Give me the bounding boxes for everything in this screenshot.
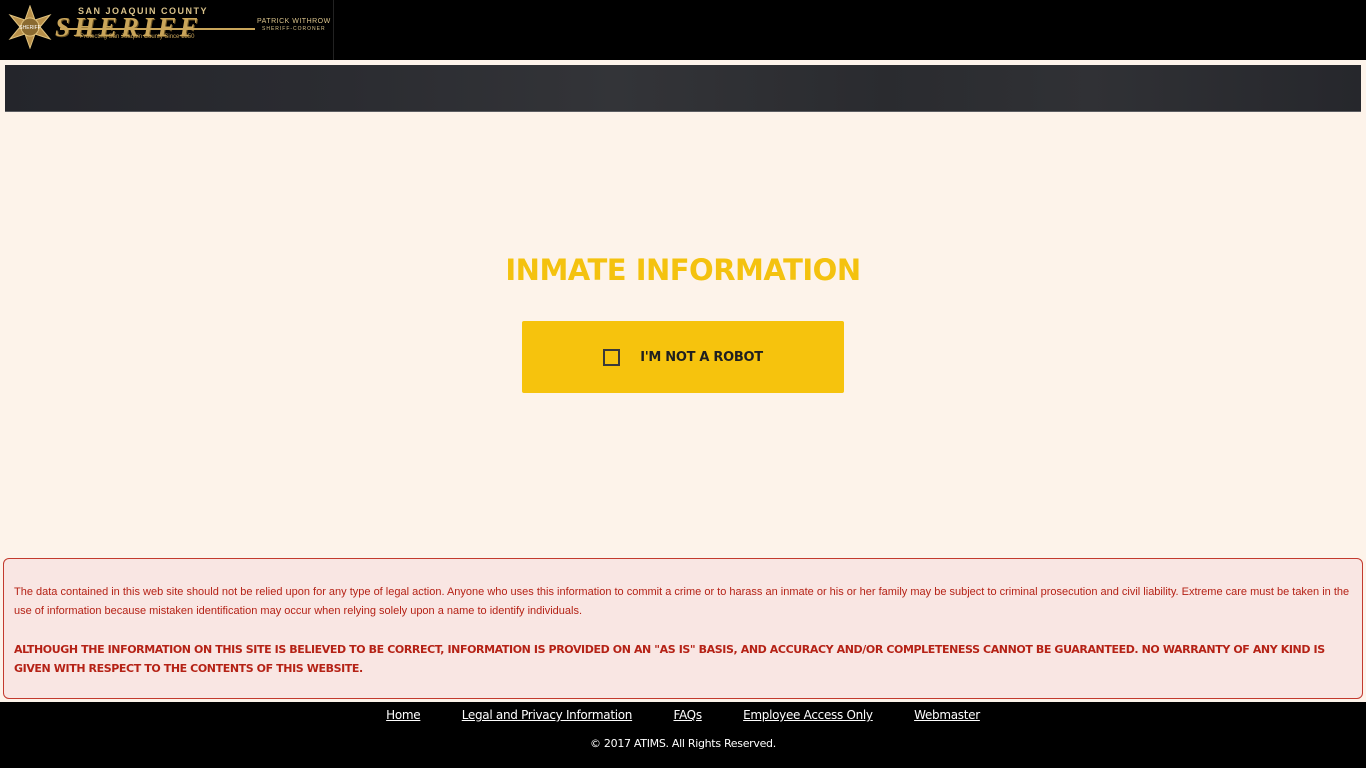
footer-link-legal-privacy[interactable]: Legal and Privacy Information [462,708,633,722]
disclaimer-warning: ALTHOUGH THE INFORMATION ON THIS SITE IS… [14,643,1325,675]
logo-stripe [60,28,255,30]
footer-link-employee-access[interactable]: Employee Access Only [743,708,873,722]
top-header: SHERIFF SAN JOAQUIN COUNTY SHERIFF Prote… [0,0,1366,60]
logo-sheriff-name: PATRICK WITHROW [257,18,331,25]
footer: Home Legal and Privacy Information FAQs … [0,702,1366,768]
badge-text: SHERIFF [19,25,40,31]
copyright-text: © 2017 ATIMS. All Rights Reserved. [590,737,776,750]
captcha-button[interactable]: I'M NOT A ROBOT [522,321,844,393]
captcha-label: I'M NOT A ROBOT [640,349,763,365]
logo-tagline: Protecting San Joaquin County Since 1850 [80,34,195,40]
disclaimer-box: The data contained in this web site shou… [3,558,1363,699]
sheriff-logo[interactable]: SHERIFF SAN JOAQUIN COUNTY SHERIFF Prote… [0,0,334,60]
footer-nav: Home Legal and Privacy Information FAQs … [0,708,1366,722]
header-banner [5,65,1361,112]
page-title: INMATE INFORMATION [505,253,861,287]
captcha-checkbox[interactable] [603,348,621,366]
footer-link-home[interactable]: Home [386,708,421,722]
footer-link-faqs[interactable]: FAQs [673,708,702,722]
sheriff-star-badge-icon: SHERIFF [8,5,52,49]
footer-link-webmaster[interactable]: Webmaster [914,708,980,722]
disclaimer-text: The data contained in this web site shou… [14,586,1350,617]
banner-divider [5,111,1361,112]
logo-sheriff-role: SHERIFF-CORONER [262,26,326,32]
